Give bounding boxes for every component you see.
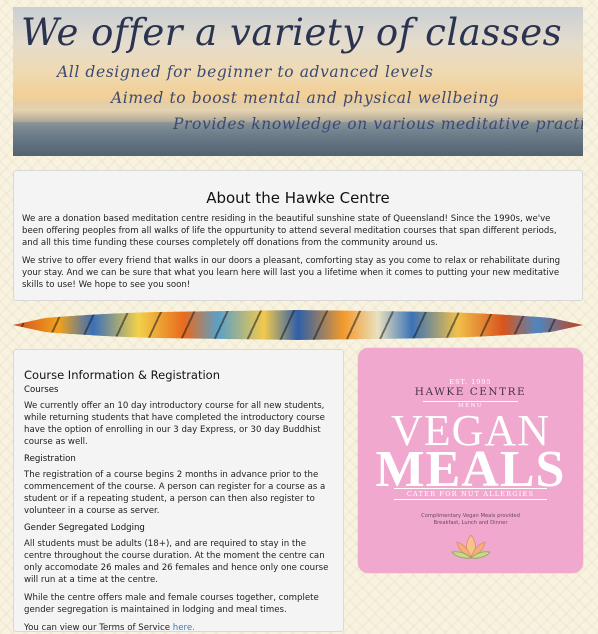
poster-divider-2: [394, 488, 547, 489]
about-panel: About the Hawke Centre We are a donation…: [13, 170, 583, 301]
terms-prefix: You can view our Terms of Service: [24, 623, 173, 633]
poster-divider: [423, 401, 518, 402]
poster-brand: HAWKE CENTRE: [414, 386, 527, 398]
terms-line: You can view our Terms of Service here.: [24, 622, 333, 634]
terms-link[interactable]: here.: [173, 623, 195, 633]
poster-small-line-2: Breakfast, Lunch and Dinner: [433, 520, 508, 526]
hero-title: We offer a variety of classes: [21, 11, 563, 54]
poster-cater: CATER FOR NUT ALLERGIES: [406, 490, 535, 498]
about-heading: About the Hawke Centre: [206, 189, 390, 207]
hero-line-2: Aimed to boost mental and physical wellb…: [111, 89, 500, 107]
decorative-pattern-band: [13, 310, 583, 340]
courses-label: Courses: [24, 385, 59, 395]
segregated-lodging-text: All students must be adults (18+), and a…: [24, 539, 329, 585]
about-paragraph-1: We are a donation based meditation centr…: [22, 214, 557, 248]
courses-text: We currently offer an 10 day introductor…: [24, 401, 325, 447]
hero-line-1: All designed for beginner to advanced le…: [57, 63, 434, 81]
about-paragraph-2: We strive to offer every friend that wal…: [22, 256, 561, 290]
lotus-icon: [451, 534, 491, 559]
registration-text: The registration of a course begins 2 mo…: [24, 470, 326, 516]
poster-small-line-1: Complimentary Vegan Meals provided: [421, 513, 520, 519]
course-heading: Course Information & Registration: [24, 368, 220, 382]
hero-banner: We offer a variety of classes All design…: [13, 7, 583, 156]
poster-divider-3: [394, 499, 547, 500]
registration-label: Registration: [24, 454, 76, 464]
poster-small-text: Complimentary Vegan Meals provided Break…: [358, 513, 583, 527]
mixed-courses-text: While the centre offers male and female …: [24, 593, 319, 615]
hero-line-3: Provides knowledge on various meditative…: [173, 115, 583, 133]
segregated-lodging-label: Gender Segregated Lodging: [24, 523, 145, 533]
vegan-meals-poster: EST. 1995 HAWKE CENTRE MENU VEGAN MEALS …: [358, 348, 583, 573]
course-info-panel: Course Information & Registration Course…: [13, 349, 344, 634]
poster-est: EST. 1995: [449, 378, 492, 386]
